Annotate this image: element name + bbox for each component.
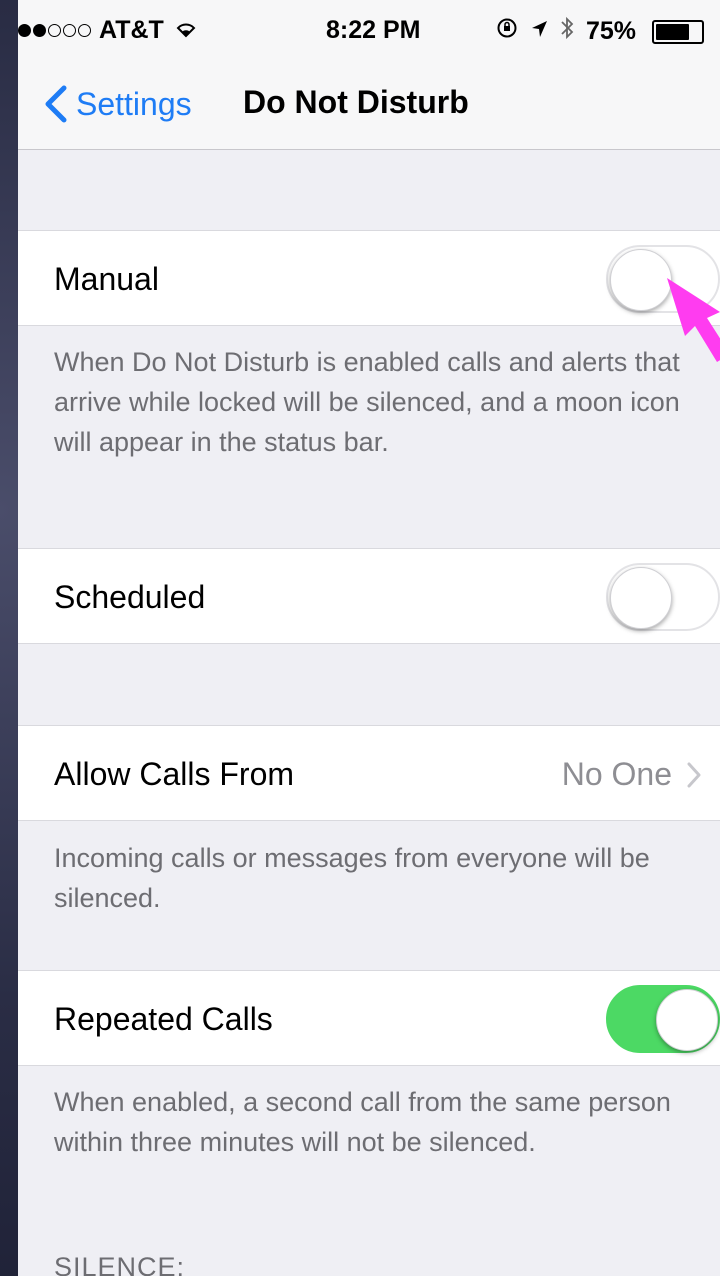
manual-footer: When Do Not Disturb is enabled calls and… <box>54 347 680 457</box>
repeated-calls-label: Repeated Calls <box>54 1001 273 1037</box>
navigation-bar: Settings Do Not Disturb <box>18 62 720 150</box>
back-button[interactable]: Settings <box>36 82 192 126</box>
repeated-calls-group: Repeated Calls <box>18 970 720 1066</box>
status-time: 8:22 PM <box>326 16 421 44</box>
allow-calls-footer: Incoming calls or messages from everyone… <box>54 843 650 913</box>
status-bar: AT&T 8:22 PM 75% <box>18 0 720 62</box>
repeated-calls-footer: When enabled, a second call from the sam… <box>54 1087 671 1157</box>
chevron-left-icon <box>45 85 67 123</box>
wifi-icon <box>174 17 198 45</box>
signal-strength: AT&T <box>18 16 198 45</box>
rotation-lock-icon <box>496 17 518 46</box>
toggle-knob <box>656 989 718 1051</box>
repeated-calls-row: Repeated Calls <box>18 971 720 1067</box>
allow-calls-group: Allow Calls From No One <box>18 725 720 821</box>
signal-dot <box>33 24 46 37</box>
phone-screen: AT&T 8:22 PM 75% Settings Do Not Disturb… <box>18 0 720 1276</box>
toggle-knob <box>610 567 672 629</box>
signal-dot <box>63 24 76 37</box>
allow-calls-value-wrap: No One <box>562 756 702 793</box>
chevron-right-icon <box>687 762 701 787</box>
page-title: Do Not Disturb <box>243 84 469 120</box>
battery-percent: 75% <box>586 17 637 45</box>
status-right-icons: 75% <box>496 16 705 47</box>
bluetooth-icon <box>560 16 574 47</box>
manual-label: Manual <box>54 261 159 297</box>
scheduled-toggle[interactable] <box>606 563 720 631</box>
repeated-calls-toggle[interactable] <box>606 985 720 1053</box>
allow-calls-label: Allow Calls From <box>54 756 295 792</box>
scheduled-label: Scheduled <box>54 579 206 615</box>
manual-group: Manual <box>18 230 720 326</box>
scheduled-group: Scheduled <box>18 548 720 644</box>
annotation-arrow-icon <box>667 278 720 362</box>
battery-icon <box>652 19 705 44</box>
back-button-label: Settings <box>76 85 192 122</box>
manual-row: Manual <box>18 231 720 327</box>
location-icon <box>530 17 548 46</box>
signal-dot <box>48 24 61 37</box>
allow-calls-row[interactable]: Allow Calls From No One <box>18 726 720 822</box>
signal-dot <box>78 24 91 37</box>
silence-section-header: SILENCE: <box>54 1252 186 1276</box>
battery-level <box>656 23 690 40</box>
carrier-name: AT&T <box>99 16 164 44</box>
signal-dot <box>18 24 31 37</box>
scheduled-row: Scheduled <box>18 549 720 645</box>
allow-calls-value: No One <box>561 756 672 792</box>
